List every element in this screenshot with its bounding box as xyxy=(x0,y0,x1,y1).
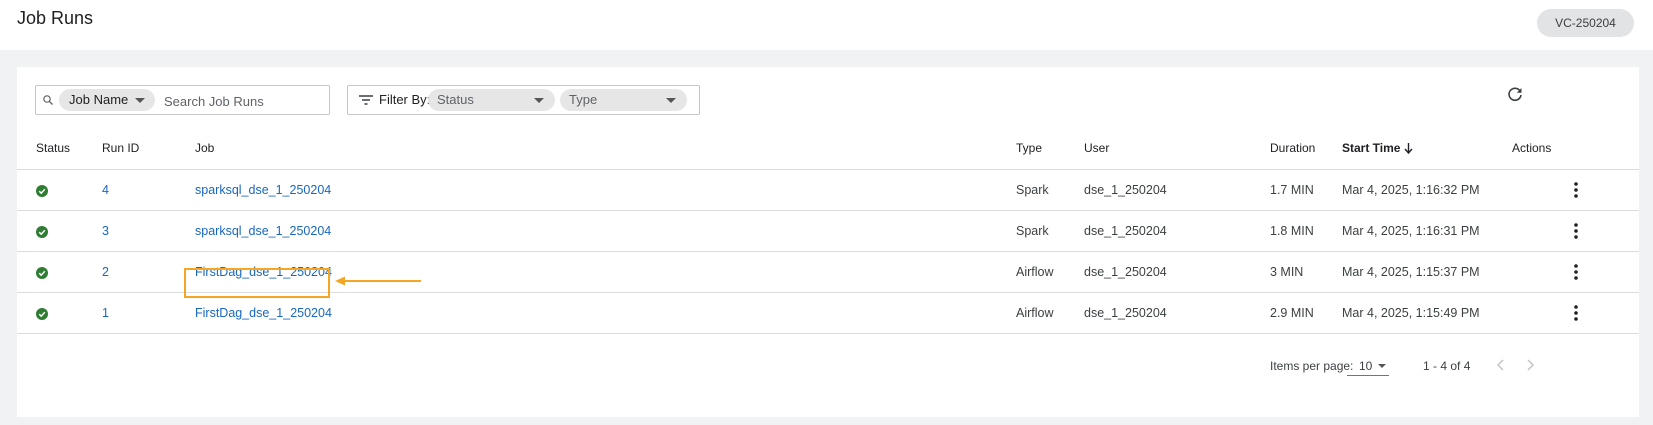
run-id-cell: 3 xyxy=(102,210,195,252)
more-vert-icon[interactable] xyxy=(1573,305,1578,321)
column-header-start-time[interactable]: Start Time xyxy=(1342,127,1512,170)
job-runs-table: Status Run ID Job Type User Duration Sta… xyxy=(17,127,1639,334)
job-link[interactable]: sparksql_dse_1_250204 xyxy=(195,183,331,197)
column-header-run-id[interactable]: Run ID xyxy=(102,127,195,170)
start-time-cell: Mar 4, 2025, 1:15:49 PM xyxy=(1342,292,1512,334)
previous-page-icon[interactable] xyxy=(1496,358,1506,372)
column-header-job[interactable]: Job xyxy=(195,127,1016,170)
actions-cell xyxy=(1512,292,1639,334)
start-time-cell: Mar 4, 2025, 1:16:31 PM xyxy=(1342,210,1512,252)
run-id-cell: 1 xyxy=(102,292,195,334)
type-filter-label: Type xyxy=(569,92,598,107)
search-input[interactable] xyxy=(162,91,326,111)
table-header-row: Status Run ID Job Type User Duration Sta… xyxy=(17,127,1639,170)
actions-cell xyxy=(1512,169,1639,211)
filter-icon xyxy=(359,95,373,105)
job-cell: FirstDag_dse_1_250204 xyxy=(195,292,1016,334)
chevron-down-icon xyxy=(135,98,145,103)
status-cell xyxy=(17,169,102,211)
search-icon xyxy=(43,95,53,105)
job-cell: sparksql_dse_1_250204 xyxy=(195,169,1016,211)
duration-cell: 1.7 MIN xyxy=(1270,169,1342,211)
duration-cell: 3 MIN xyxy=(1270,251,1342,293)
filter-label: Filter By: xyxy=(379,92,431,107)
top-bar: Job Runs VC-250204 xyxy=(0,0,1653,50)
run-id-link[interactable]: 1 xyxy=(102,306,109,320)
duration-cell: 2.9 MIN xyxy=(1270,292,1342,334)
user-cell: dse_1_250204 xyxy=(1084,292,1270,334)
page-range-label: 1 - 4 of 4 xyxy=(1423,359,1471,373)
success-check-icon xyxy=(36,184,48,197)
items-per-page-label: Items per page: xyxy=(1270,359,1354,373)
user-cell: dse_1_250204 xyxy=(1084,169,1270,211)
table-row: 1 FirstDag_dse_1_250204 Airflow dse_1_25020… xyxy=(17,292,1639,334)
filter-box: Filter By: Status Type xyxy=(347,85,700,115)
start-time-cell: Mar 4, 2025, 1:16:32 PM xyxy=(1342,169,1512,211)
column-header-status[interactable]: Status xyxy=(17,127,102,170)
status-filter-label: Status xyxy=(437,92,474,107)
duration-cell: 1.8 MIN xyxy=(1270,210,1342,252)
run-id-link[interactable]: 3 xyxy=(102,224,109,238)
run-id-cell: 4 xyxy=(102,169,195,211)
table-row: 2 FirstDag_dse_1_250204 Airflow dse_1_25020… xyxy=(17,251,1639,298)
column-header-actions: Actions xyxy=(1512,127,1639,170)
annotation-arrow-icon xyxy=(335,276,421,286)
search-box: Job Name xyxy=(35,85,330,115)
table-row: 3 sparksql_dse_1_250204 Spark dse_1_250204 1… xyxy=(17,210,1639,252)
chevron-down-icon xyxy=(1378,364,1386,368)
job-cell: FirstDag_dse_1_250204 xyxy=(184,251,1016,298)
start-time-header-label: Start Time xyxy=(1342,141,1401,155)
success-check-icon xyxy=(36,225,48,238)
column-header-duration[interactable]: Duration xyxy=(1270,127,1342,170)
highlight-box xyxy=(184,268,330,298)
virtual-cluster-badge[interactable]: VC-250204 xyxy=(1537,9,1634,37)
user-cell: dse_1_250204 xyxy=(1084,210,1270,252)
table-row: 4 sparksql_dse_1_250204 Spark dse_1_250204 1… xyxy=(17,169,1639,211)
refresh-icon[interactable] xyxy=(1506,86,1524,104)
job-cell-inner: sparksql_dse_1_250204 xyxy=(195,183,1016,197)
run-id-cell: 2 xyxy=(102,251,195,293)
success-check-icon xyxy=(36,266,48,279)
job-cell: sparksql_dse_1_250204 xyxy=(195,210,1016,252)
run-id-link[interactable]: 2 xyxy=(102,265,109,279)
arrow-down-icon xyxy=(1404,143,1413,155)
status-cell xyxy=(17,251,102,293)
start-time-cell: Mar 4, 2025, 1:15:37 PM xyxy=(1342,251,1512,293)
job-cell-inner: FirstDag_dse_1_250204 xyxy=(195,306,1016,320)
job-runs-card: Job Name Filter By: Status Type Status R… xyxy=(17,67,1639,417)
job-link[interactable]: FirstDag_dse_1_250204 xyxy=(195,306,332,320)
job-link[interactable]: sparksql_dse_1_250204 xyxy=(195,224,331,238)
success-check-icon xyxy=(36,307,48,320)
status-cell xyxy=(17,292,102,334)
type-cell: Airflow xyxy=(1016,292,1084,334)
page-size-value: 10 xyxy=(1359,359,1373,373)
run-id-link[interactable]: 4 xyxy=(102,183,109,197)
column-header-type[interactable]: Type xyxy=(1016,127,1084,170)
chevron-down-icon xyxy=(534,98,544,103)
actions-cell xyxy=(1512,251,1639,293)
search-field-selector[interactable]: Job Name xyxy=(59,89,155,111)
type-cell: Spark xyxy=(1016,169,1084,211)
chevron-down-icon xyxy=(666,98,676,103)
user-cell: dse_1_250204 xyxy=(1084,251,1270,293)
job-cell-inner: sparksql_dse_1_250204 xyxy=(195,224,1016,238)
actions-cell xyxy=(1512,210,1639,252)
column-header-user[interactable]: User xyxy=(1084,127,1270,170)
job-cell-inner: FirstDag_dse_1_250204 xyxy=(184,265,1016,298)
more-vert-icon[interactable] xyxy=(1573,223,1578,239)
next-page-icon[interactable] xyxy=(1525,358,1535,372)
search-field-label: Job Name xyxy=(69,92,129,107)
status-cell xyxy=(17,210,102,252)
status-filter-dropdown[interactable]: Status xyxy=(428,89,555,111)
page-title: Job Runs xyxy=(17,8,94,28)
more-vert-icon[interactable] xyxy=(1573,182,1578,198)
type-cell: Spark xyxy=(1016,210,1084,252)
more-vert-icon[interactable] xyxy=(1573,264,1578,280)
page-size-select[interactable]: 10 xyxy=(1347,357,1389,376)
type-cell: Airflow xyxy=(1016,251,1084,293)
type-filter-dropdown[interactable]: Type xyxy=(560,89,687,111)
